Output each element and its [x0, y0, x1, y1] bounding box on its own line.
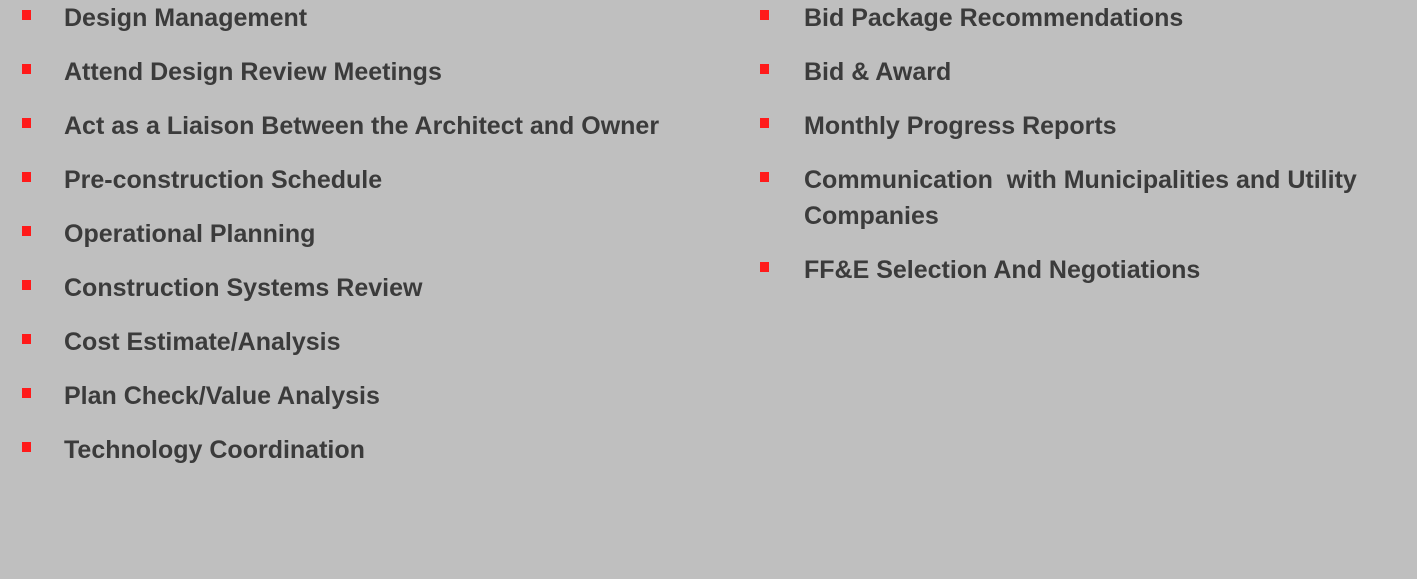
list-item-label: Technology Coordination	[64, 436, 365, 464]
right-bullet-list: Bid Package Recommendations Bid & Award …	[740, 0, 1417, 306]
list-item: Operational Planning	[0, 216, 720, 252]
list-item-label: Communication with Municipalities and Ut…	[804, 166, 1364, 230]
list-item: Act as a Liaison Between the Architect a…	[0, 108, 720, 144]
list-item: Plan Check/Value Analysis	[0, 378, 720, 414]
list-item-label: FF&E Selection And Negotiations	[804, 256, 1201, 284]
square-bullet-icon	[22, 64, 31, 74]
list-item-label: Plan Check/Value Analysis	[64, 382, 380, 410]
square-bullet-icon	[22, 10, 31, 20]
list-item-label: Monthly Progress Reports	[804, 112, 1117, 140]
list-item: Bid Package Recommendations	[740, 0, 1417, 36]
list-item: Cost Estimate/Analysis	[0, 324, 720, 360]
list-item-label: Cost Estimate/Analysis	[64, 328, 341, 356]
square-bullet-icon	[22, 172, 31, 182]
list-item-label: Act as a Liaison Between the Architect a…	[64, 112, 660, 140]
list-item: FF&E Selection And Negotiations	[740, 252, 1417, 288]
square-bullet-icon	[760, 262, 769, 272]
square-bullet-icon	[22, 226, 31, 236]
square-bullet-icon	[22, 280, 31, 290]
square-bullet-icon	[760, 64, 769, 74]
list-item: Attend Design Review Meetings	[0, 54, 720, 90]
square-bullet-icon	[22, 118, 31, 128]
list-item-label: Construction Systems Review	[64, 274, 423, 302]
list-item: Design Management	[0, 0, 720, 36]
list-item-label: Pre-construction Schedule	[64, 166, 383, 194]
list-item-label: Design Management	[64, 4, 308, 32]
list-item-label: Bid Package Recommendations	[804, 4, 1184, 32]
list-item: Communication with Municipalities and Ut…	[740, 162, 1417, 234]
square-bullet-icon	[760, 118, 769, 128]
square-bullet-icon	[760, 172, 769, 182]
left-bullet-list: Design Management Attend Design Review M…	[0, 0, 720, 486]
list-item: Construction Systems Review	[0, 270, 720, 306]
square-bullet-icon	[22, 334, 31, 344]
list-item: Pre-construction Schedule	[0, 162, 720, 198]
list-item: Monthly Progress Reports	[740, 108, 1417, 144]
square-bullet-icon	[760, 10, 769, 20]
list-item: Bid & Award	[740, 54, 1417, 90]
square-bullet-icon	[22, 388, 31, 398]
square-bullet-icon	[22, 442, 31, 452]
list-item-label: Bid & Award	[804, 58, 952, 86]
list-item-label: Operational Planning	[64, 220, 316, 248]
slide: { "left_list": [ {"label": "Design Manag…	[0, 0, 1417, 579]
list-item: Technology Coordination	[0, 432, 720, 468]
list-item-label: Attend Design Review Meetings	[64, 58, 442, 86]
